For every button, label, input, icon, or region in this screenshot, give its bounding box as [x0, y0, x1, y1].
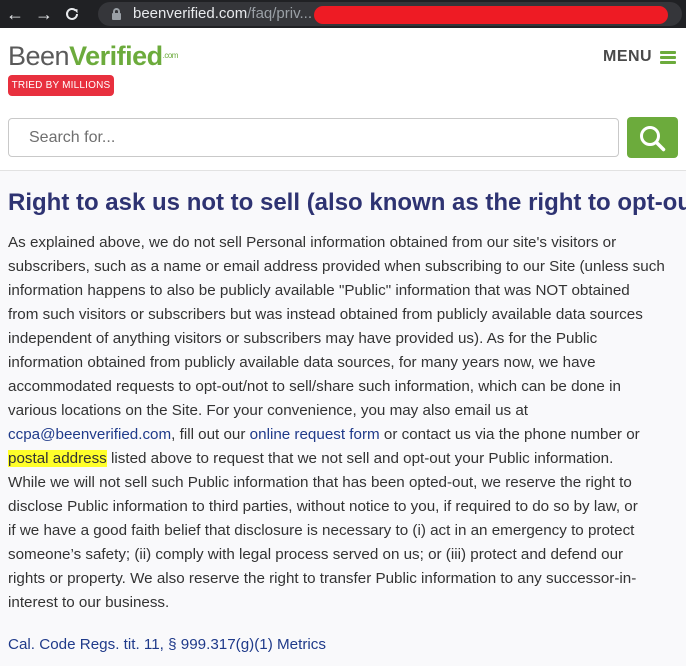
back-arrow-icon[interactable]: ←: [6, 3, 24, 25]
email-link[interactable]: ccpa@beenverified.com: [8, 426, 171, 443]
paragraph-line: someone’s safety; (ii) comply with legal…: [8, 546, 624, 563]
magnifier-icon: [640, 126, 666, 152]
tagline-badge: TRIED BY MILLIONS: [8, 75, 114, 96]
paragraph-line: interest to our business.: [8, 594, 170, 611]
search-button[interactable]: [627, 117, 678, 158]
paragraph-text: , fill out our: [171, 426, 250, 443]
paragraph-text: or contact us via the phone number or: [379, 426, 640, 443]
address-bar[interactable]: beenverified.com/faq/priv...: [98, 2, 682, 26]
paragraph-line: While we will not sell such Public infor…: [8, 474, 632, 491]
article-content: Right to ask us not to sell (also known …: [0, 171, 686, 666]
highlighted-postal-address: postal address: [8, 450, 107, 467]
logo-been: Been: [8, 41, 70, 71]
paragraph-line: accommodated requests to opt-out/not to …: [8, 378, 621, 395]
cal-code-regs-link[interactable]: Cal. Code Regs. tit. 11, § 999.317(g)(1)…: [8, 633, 326, 657]
menu-button[interactable]: MENU: [603, 46, 677, 68]
article-paragraph: As explained above, we do not sell Perso…: [8, 231, 676, 615]
url-text: beenverified.com/faq/priv...: [133, 5, 312, 23]
paragraph-line: As explained above, we do not sell Perso…: [8, 234, 617, 251]
beenverified-logo[interactable]: BeenVerified.com: [8, 40, 178, 72]
hamburger-icon: [660, 50, 677, 64]
site-header: BeenVerified.com TRIED BY MILLIONS MENU: [0, 28, 686, 100]
paragraph-line: if we have a good faith belief that disc…: [8, 522, 635, 539]
reload-icon[interactable]: [64, 3, 80, 28]
url-host: beenverified.com: [133, 5, 248, 22]
paragraph-line: disclose Public information to third par…: [8, 498, 638, 515]
section-heading: Right to ask us not to sell (also known …: [8, 189, 686, 216]
paragraph-text: listed above to request that we not sell…: [106, 450, 614, 467]
paragraph-line: information obtained from publicly avail…: [8, 354, 596, 371]
redaction-bar: [314, 6, 668, 24]
forward-arrow-icon[interactable]: →: [35, 3, 53, 25]
paragraph-line: subscribers, such as a name or email add…: [8, 258, 665, 275]
paragraph-line: independent of anything visitors or subs…: [8, 330, 598, 347]
logo-com: .com: [162, 51, 179, 60]
paragraph-line: ccpa@beenverified.com, fill out our onli…: [8, 423, 676, 447]
browser-toolbar: ← → beenverified.com/faq/priv...: [0, 0, 686, 28]
url-path: /faq/priv...: [247, 5, 312, 22]
search-input[interactable]: [8, 118, 619, 157]
paragraph-line: rights or property. We also reserve the …: [8, 570, 637, 587]
menu-label: MENU: [603, 48, 653, 65]
online-request-form-link[interactable]: online request form: [250, 426, 380, 443]
logo-verified: Verified: [69, 41, 163, 71]
paragraph-line: from such visitors or subscribers but wa…: [8, 306, 643, 323]
paragraph-line: information happens to also be publicly …: [8, 282, 630, 299]
paragraph-line: postal address listed above to request t…: [8, 447, 676, 471]
lock-icon: [112, 8, 121, 20]
paragraph-line: various locations on the Site. For your …: [8, 402, 529, 419]
